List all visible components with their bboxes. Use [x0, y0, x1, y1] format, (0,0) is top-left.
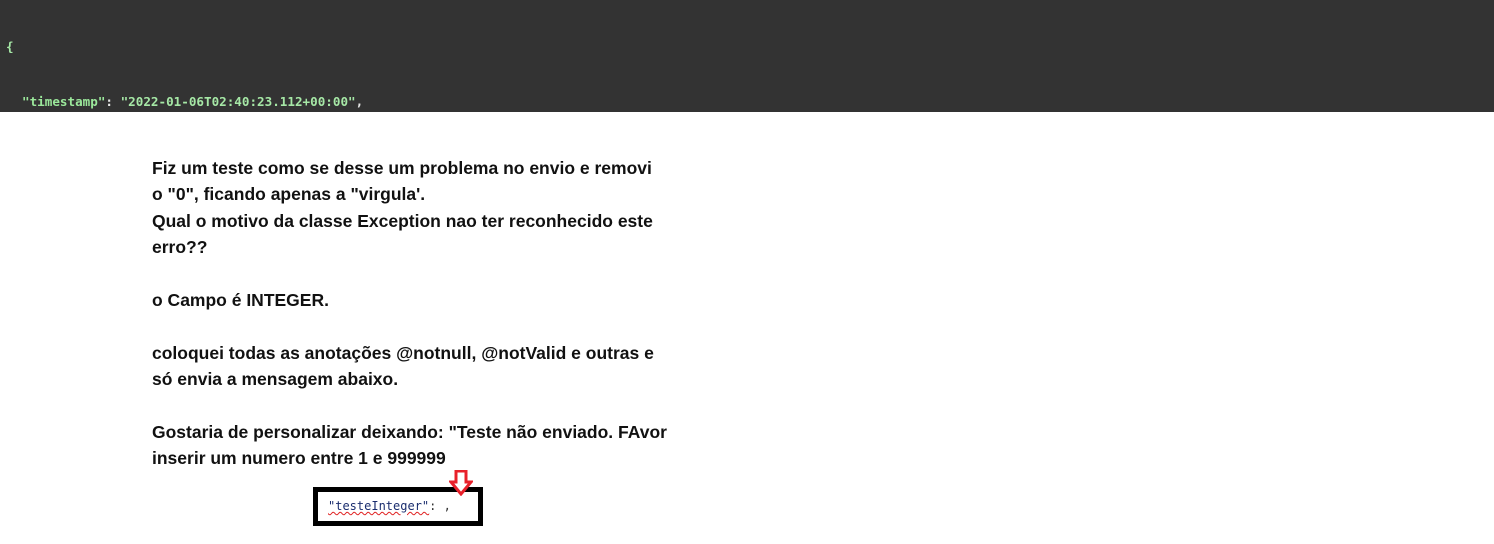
question-line: Gostaria de personalizar deixando: "Test…	[152, 421, 667, 442]
question-line: o Campo é INTEGER.	[152, 289, 329, 310]
question-text: Fiz um teste como se desse um problema n…	[152, 155, 667, 472]
json-key: "timestamp"	[22, 94, 106, 110]
question-line: só envia a mensagem abaixo.	[152, 369, 399, 390]
json-snippet-line: "testeInteger": ,	[328, 499, 451, 513]
json-error-response: { "timestamp": "2022-01-06T02:40:23.112+…	[0, 0, 1494, 112]
question-line: Qual o motivo da classe Exception nao te…	[152, 210, 653, 231]
json-value: "2022-01-06T02:40:23.112+00:00"	[120, 94, 356, 110]
question-line: erro??	[152, 237, 208, 258]
json-open-brace: {	[6, 38, 14, 54]
question-line: Fiz um teste como se desse um problema n…	[152, 158, 652, 178]
snippet-rest: : ,	[429, 499, 451, 513]
json-comma: ,	[355, 94, 364, 110]
json-line: "status": 400,	[0, 111, 1494, 112]
question-line: inserir um numero entre 1 e 999999	[152, 448, 446, 469]
question-line: o "0", ficando apenas a "virgula'.	[152, 184, 426, 205]
red-down-arrow-icon	[449, 470, 473, 496]
question-line	[152, 313, 667, 339]
json-colon: :	[105, 94, 121, 110]
question-line	[152, 393, 667, 419]
question-line: coloquei todas as anotações @notnull, @n…	[152, 342, 654, 363]
json-line: "timestamp": "2022-01-06T02:40:23.112+00…	[0, 93, 1494, 111]
snippet-key: "testeInteger"	[328, 499, 430, 513]
question-line	[152, 261, 667, 287]
